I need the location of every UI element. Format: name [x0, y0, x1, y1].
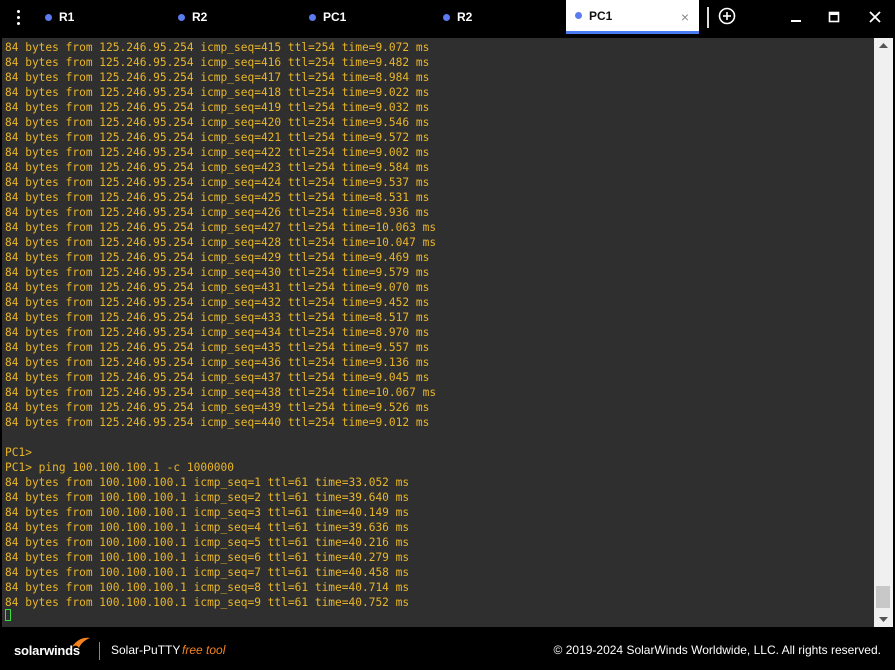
- terminal-cursor: [5, 609, 11, 621]
- tab-pc1-active[interactable]: PC1 ×: [566, 0, 699, 34]
- terminal-line: 84 bytes from 100.100.100.1 icmp_seq=8 t…: [5, 581, 410, 594]
- scroll-up-icon[interactable]: [874, 38, 893, 54]
- terminal-line: 84 bytes from 125.246.95.254 icmp_seq=42…: [5, 206, 430, 219]
- status-divider: [99, 642, 100, 660]
- tab-label: R1: [59, 10, 75, 24]
- terminal-line: 84 bytes from 125.246.95.254 icmp_seq=41…: [5, 101, 430, 114]
- terminal-line: 84 bytes from 125.246.95.254 icmp_seq=42…: [5, 251, 430, 264]
- more-menu-icon[interactable]: [9, 6, 27, 28]
- terminal-lines: 84 bytes from 125.246.95.254 icmp_seq=41…: [5, 40, 436, 610]
- terminal-line: 84 bytes from 100.100.100.1 icmp_seq=1 t…: [5, 476, 410, 489]
- terminal-line: 84 bytes from 125.246.95.254 icmp_seq=41…: [5, 56, 430, 69]
- terminal-line: 84 bytes from 100.100.100.1 icmp_seq=9 t…: [5, 596, 410, 609]
- terminal-output[interactable]: 84 bytes from 125.246.95.254 icmp_seq=41…: [2, 38, 874, 627]
- copyright-text: © 2019-2024 SolarWinds Worldwide, LLC. A…: [553, 643, 881, 657]
- scrollbar-thumb[interactable]: [876, 586, 890, 608]
- terminal-line: 84 bytes from 100.100.100.1 icmp_seq=5 t…: [5, 536, 410, 549]
- terminal-line: 84 bytes from 100.100.100.1 icmp_seq=3 t…: [5, 506, 410, 519]
- tab-bar: R1 R2 PC1 R2 PC1 ×: [0, 0, 895, 34]
- terminal-line: 84 bytes from 125.246.95.254 icmp_seq=43…: [5, 326, 430, 339]
- terminal-line: PC1> ping 100.100.100.1 -c 1000000: [5, 461, 235, 474]
- terminal-line: 84 bytes from 125.246.95.254 icmp_seq=44…: [5, 416, 430, 429]
- terminal-line: 84 bytes from 125.246.95.254 icmp_seq=43…: [5, 281, 430, 294]
- maximize-icon[interactable]: [823, 7, 845, 27]
- close-window-icon[interactable]: [864, 7, 886, 27]
- terminal-line: 84 bytes from 125.246.95.254 icmp_seq=41…: [5, 71, 430, 84]
- tab-label: R2: [192, 10, 208, 24]
- session-status-icon: [45, 13, 52, 21]
- terminal-line: 84 bytes from 100.100.100.1 icmp_seq=7 t…: [5, 566, 410, 579]
- terminal-line: 84 bytes from 125.246.95.254 icmp_seq=42…: [5, 146, 430, 159]
- tab-label: PC1: [589, 8, 613, 23]
- terminal-line: 84 bytes from 125.246.95.254 icmp_seq=42…: [5, 191, 430, 204]
- terminal-line: 84 bytes from 100.100.100.1 icmp_seq=2 t…: [5, 491, 410, 504]
- session-status-icon: [178, 13, 185, 21]
- terminal-line: 84 bytes from 125.246.95.254 icmp_seq=43…: [5, 371, 430, 384]
- terminal-line: 84 bytes from 125.246.95.254 icmp_seq=42…: [5, 221, 437, 234]
- terminal-line: 84 bytes from 125.246.95.254 icmp_seq=42…: [5, 161, 430, 174]
- vertical-scrollbar[interactable]: [874, 38, 893, 627]
- tab-divider: [707, 7, 709, 28]
- session-status-icon: [575, 12, 582, 19]
- terminal-line: 84 bytes from 125.246.95.254 icmp_seq=41…: [5, 41, 430, 54]
- product-name: Solar-PuTTY: [111, 643, 181, 657]
- scroll-down-icon[interactable]: [874, 611, 893, 627]
- terminal-line: PC1>: [5, 446, 32, 459]
- terminal-line: 84 bytes from 125.246.95.254 icmp_seq=43…: [5, 341, 430, 354]
- terminal-line: 84 bytes from 125.246.95.254 icmp_seq=43…: [5, 266, 430, 279]
- session-status-icon: [309, 13, 316, 21]
- terminal-line: 84 bytes from 100.100.100.1 icmp_seq=6 t…: [5, 551, 410, 564]
- terminal-line: 84 bytes from 125.246.95.254 icmp_seq=42…: [5, 176, 430, 189]
- terminal-line: 84 bytes from 100.100.100.1 icmp_seq=4 t…: [5, 521, 410, 534]
- tab-r1[interactable]: R1: [36, 0, 166, 34]
- terminal-line: 84 bytes from 125.246.95.254 icmp_seq=43…: [5, 356, 430, 369]
- terminal-line: 84 bytes from 125.246.95.254 icmp_seq=42…: [5, 131, 430, 144]
- terminal-line: 84 bytes from 125.246.95.254 icmp_seq=43…: [5, 386, 437, 399]
- tab-r2-second[interactable]: R2: [434, 0, 564, 34]
- tab-r2[interactable]: R2: [169, 0, 299, 34]
- tab-close-icon[interactable]: ×: [681, 9, 689, 25]
- free-tool-label: free tool: [182, 643, 226, 657]
- terminal-line: 84 bytes from 125.246.95.254 icmp_seq=42…: [5, 116, 430, 129]
- terminal-line: 84 bytes from 125.246.95.254 icmp_seq=43…: [5, 401, 430, 414]
- session-status-icon: [443, 13, 450, 21]
- tab-pc1[interactable]: PC1: [300, 0, 430, 34]
- terminal-line: 84 bytes from 125.246.95.254 icmp_seq=43…: [5, 296, 430, 309]
- brand-bird-icon: [72, 637, 90, 648]
- terminal-line: 84 bytes from 125.246.95.254 icmp_seq=42…: [5, 236, 437, 249]
- minimize-icon[interactable]: [785, 7, 807, 27]
- tab-label: R2: [457, 10, 473, 24]
- new-tab-icon[interactable]: [718, 7, 736, 25]
- terminal-line: 84 bytes from 125.246.95.254 icmp_seq=43…: [5, 311, 430, 324]
- terminal-line: 84 bytes from 125.246.95.254 icmp_seq=41…: [5, 86, 430, 99]
- tab-label: PC1: [323, 10, 347, 24]
- status-bar: solarwinds Solar-PuTTY free tool © 2019-…: [0, 631, 895, 670]
